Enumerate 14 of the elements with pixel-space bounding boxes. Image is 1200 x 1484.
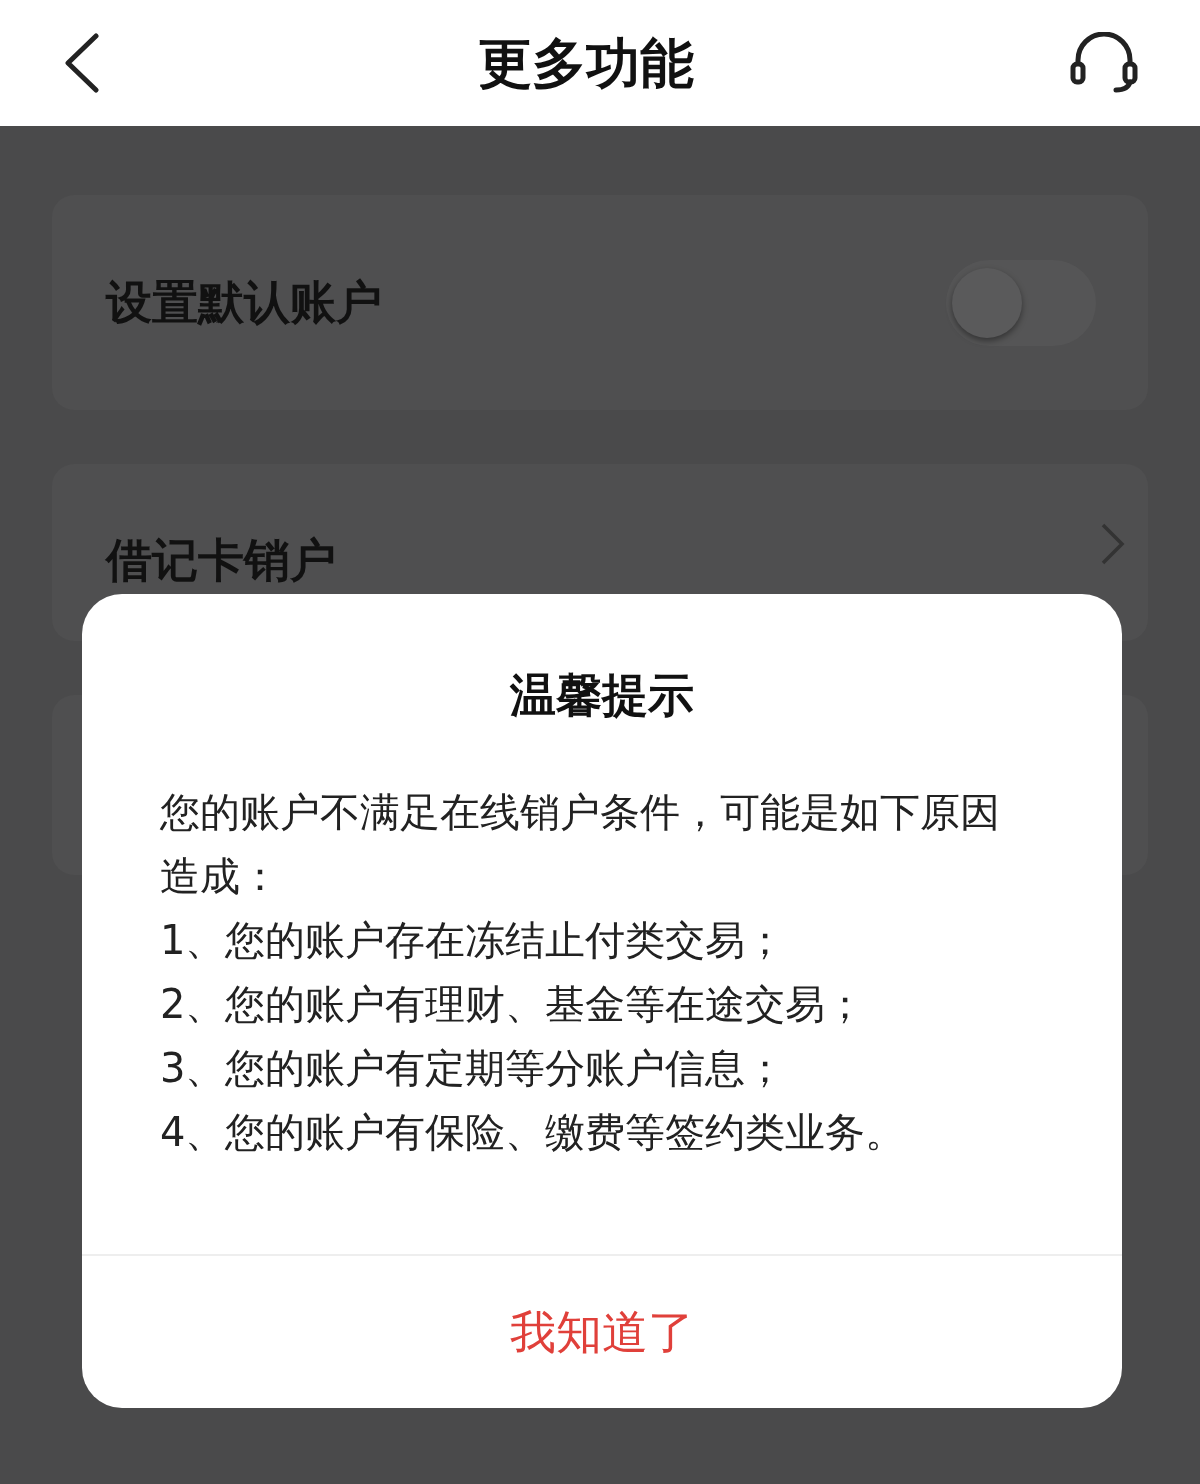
page-title: 更多功能	[478, 30, 694, 97]
headset-icon[interactable]	[1070, 32, 1138, 94]
back-icon[interactable]	[62, 33, 102, 93]
dialog-text: 2、您的账户有理财、基金等在途交易；	[160, 980, 867, 1029]
settings-card[interactable]: 设置默认账户	[52, 195, 1148, 410]
dialog-title: 温馨提示	[510, 672, 694, 718]
dialog-text: 3、您的账户有定期等分账户信息；	[160, 1044, 787, 1093]
dialog-text: 您的账户不满足在线销户条件，可能是如下原因造成：	[160, 788, 1001, 901]
setting-label: 设置默认账户	[106, 274, 382, 331]
confirm-button[interactable]: 我知道了	[82, 1256, 1122, 1408]
chevron-right-icon	[1100, 522, 1126, 566]
dialog-text: 4、您的账户有保险、缴费等签约类业务。	[160, 1108, 907, 1157]
setting-label: 借记卡销户	[106, 532, 336, 589]
dialog-text: 1、您的账户存在冻结止付类交易；	[160, 916, 787, 965]
